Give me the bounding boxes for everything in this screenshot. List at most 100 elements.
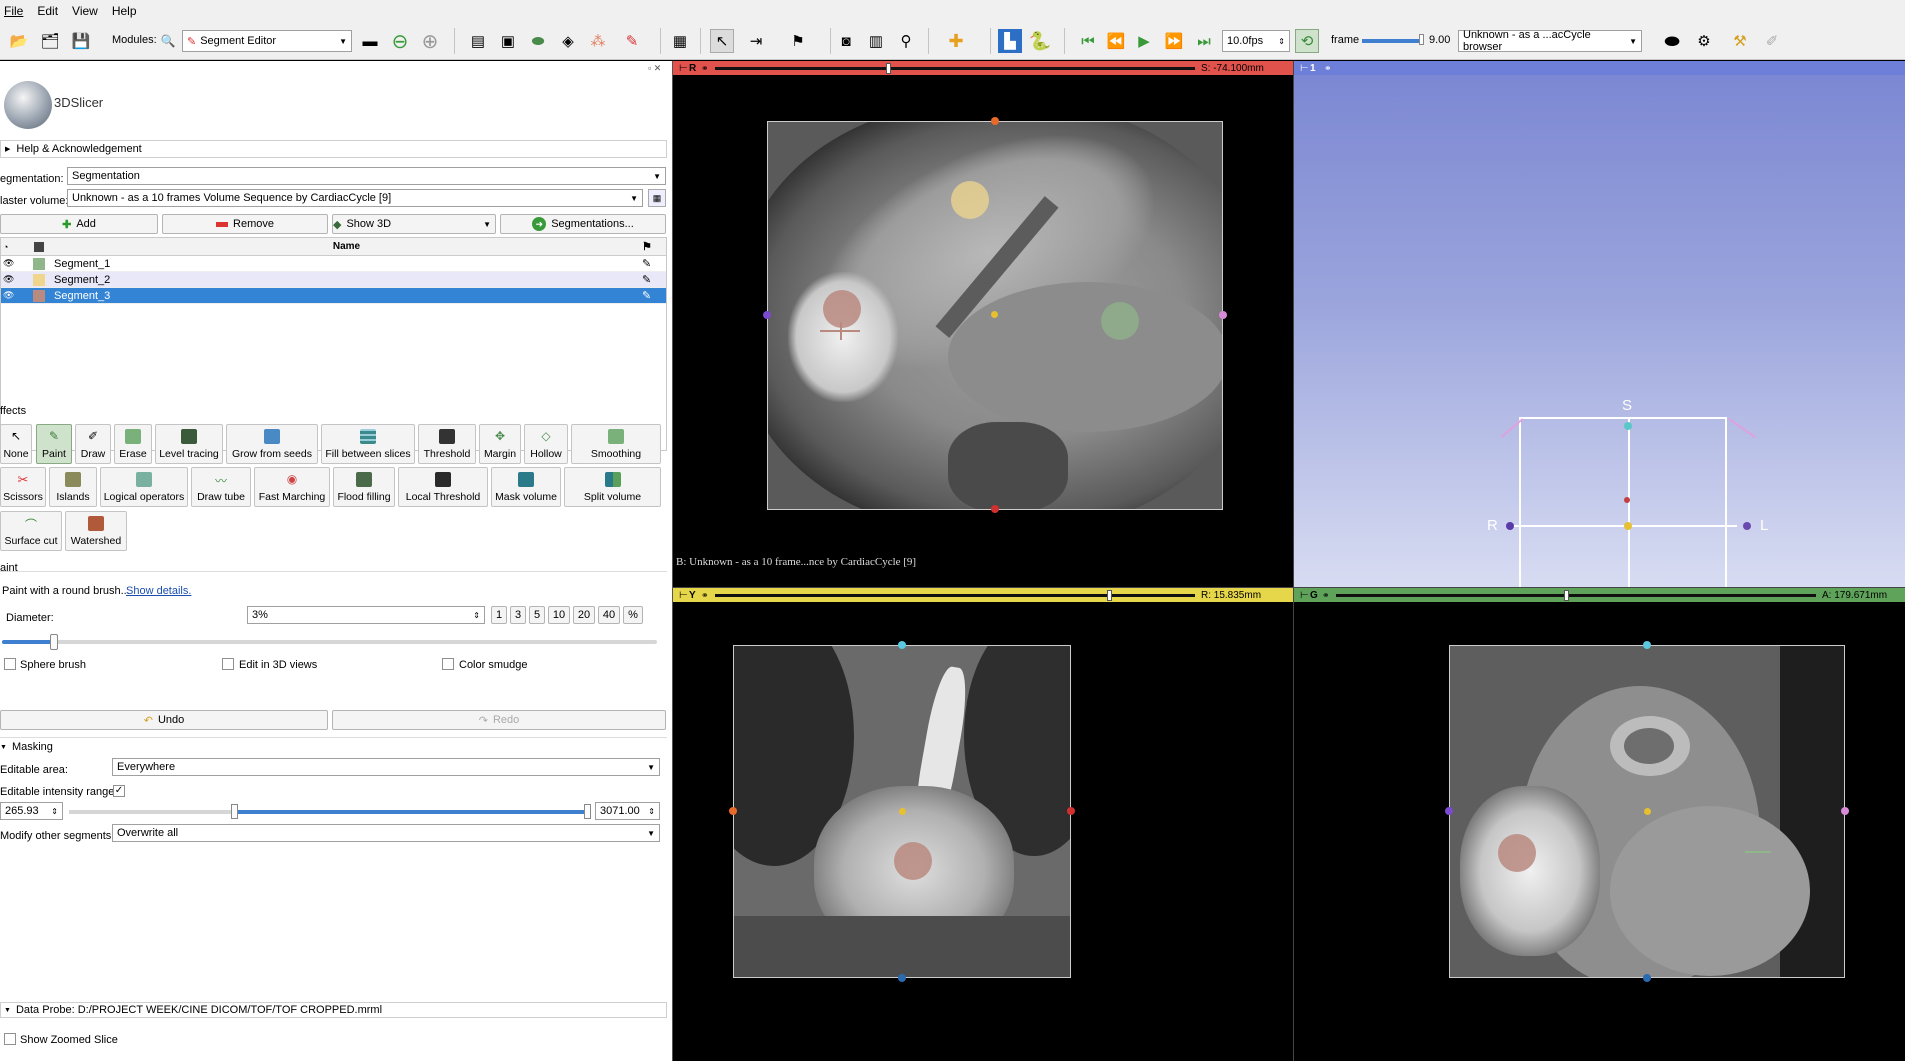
magic-wand-icon[interactable]: ⚒ xyxy=(1728,29,1752,53)
module-selector[interactable]: ✎ Segment Editor ▼ xyxy=(182,30,352,52)
effect-surface-cut-button[interactable]: ⌒ Surface cut xyxy=(0,511,62,551)
settings-gear-icon[interactable]: ⚙ xyxy=(1692,29,1716,53)
segment-color-swatch[interactable] xyxy=(33,289,45,302)
first-frame-icon[interactable]: ⏮ xyxy=(1076,29,1100,53)
roi-handle[interactable] xyxy=(1506,522,1514,530)
place-fiducial-icon[interactable]: ⚑ xyxy=(786,29,810,53)
effect-scissors-button[interactable]: ✂ Scissors xyxy=(0,467,46,507)
menu-file[interactable]: File xyxy=(4,4,23,18)
python-console-icon[interactable]: 🐍 xyxy=(1028,29,1052,53)
slice-intersection-handle[interactable] xyxy=(729,807,737,815)
module-history-icon[interactable]: ▬ xyxy=(358,29,382,53)
link-icon[interactable]: ⚭ xyxy=(701,590,715,601)
pin-icon[interactable]: ⊢ xyxy=(1294,63,1310,74)
table-row[interactable]: 👁 Segment_1 ✎ xyxy=(1,256,666,272)
pointer-mode-icon[interactable]: ↖ xyxy=(710,29,734,53)
effect-paint-button[interactable]: ✎ Paint xyxy=(36,424,72,464)
segmentations-button[interactable]: ➜ Segmentations... xyxy=(500,214,666,234)
master-volume-selector[interactable]: Unknown - as a 10 frames Volume Sequence… xyxy=(67,189,643,207)
roi-handle[interactable] xyxy=(1743,522,1751,530)
volume-display-icon[interactable]: ▦ xyxy=(648,189,666,207)
effect-fast-marching-button[interactable]: ◉ Fast Marching xyxy=(254,467,330,507)
slice-intersection-handle[interactable] xyxy=(1067,807,1075,815)
frame-slider[interactable] xyxy=(1362,39,1424,43)
data-probe-header[interactable]: ▼ Data Probe: D:/PROJECT WEEK/CINE DICOM/… xyxy=(0,1002,667,1018)
effect-split-volume-button[interactable]: Split volume xyxy=(564,467,661,507)
screenshot-icon[interactable]: ◙ xyxy=(834,29,858,53)
diameter-preset-20[interactable]: 20 xyxy=(573,606,595,624)
diameter-preset-1[interactable]: 1 xyxy=(491,606,507,624)
edit-3d-checkbox[interactable] xyxy=(222,658,234,670)
next-frame-icon[interactable]: ⏩ xyxy=(1162,29,1186,53)
yellow-slice-slider[interactable] xyxy=(715,589,1195,601)
effect-islands-button[interactable]: Islands xyxy=(49,467,97,507)
eye-icon[interactable]: 👁 xyxy=(1,274,27,285)
yellow-slice-view[interactable]: ⊢ Y ⚭ R: 15.835mm xyxy=(673,588,1293,1061)
effect-draw-button[interactable]: ✐ Draw xyxy=(75,424,111,464)
link-icon[interactable]: ⚭ xyxy=(1322,590,1336,601)
link-icon[interactable]: ⚭ xyxy=(701,63,715,74)
show-3d-button[interactable]: ◆ Show 3D ▼ xyxy=(332,214,496,234)
load-data-icon[interactable]: 📂 xyxy=(7,29,31,53)
diameter-slider[interactable] xyxy=(2,640,657,644)
effect-flood-filling-button[interactable]: Flood filling xyxy=(333,467,395,507)
intensity-range-slider[interactable] xyxy=(69,810,589,814)
effect-none-button[interactable]: ↖ None xyxy=(0,424,32,464)
pin-icon[interactable]: ⊢ xyxy=(673,590,689,601)
slice-intersection-handle[interactable] xyxy=(763,311,771,319)
color-smudge-checkbox[interactable] xyxy=(442,658,454,670)
module-search-icon[interactable]: 🔍 xyxy=(156,29,180,53)
effect-draw-tube-button[interactable]: 〰 Draw tube xyxy=(191,467,251,507)
link-icon[interactable]: ⚭ xyxy=(1324,63,1338,74)
segment-name[interactable]: Segment_1 xyxy=(51,258,642,270)
segment-name[interactable]: Segment_3 xyxy=(51,290,642,302)
diameter-preset-5[interactable]: 5 xyxy=(529,606,545,624)
table-row[interactable]: 👁 Segment_2 ✎ xyxy=(1,272,666,288)
slice-intersection-handle[interactable] xyxy=(1841,807,1849,815)
segment-editor-module-icon[interactable]: ✎ xyxy=(620,29,644,53)
layout-icon[interactable]: ▦ xyxy=(668,29,692,53)
effect-local-threshold-button[interactable]: Local Threshold xyxy=(398,467,488,507)
effect-smoothing-button[interactable]: Smoothing xyxy=(571,424,661,464)
green-slice-view[interactable]: ⊢ G ⚭ A: 179.671mm xyxy=(1294,588,1905,1061)
slice-intersection-handle[interactable] xyxy=(991,505,999,513)
help-section-header[interactable]: ▶ Help & Acknowledgement xyxy=(0,140,667,158)
view-layout-icon[interactable]: ⚲ xyxy=(894,29,918,53)
pin-icon[interactable]: ⊢ xyxy=(673,63,689,74)
effect-threshold-button[interactable]: Threshold xyxy=(418,424,476,464)
show-zoomed-slice-checkbox[interactable] xyxy=(4,1033,16,1045)
yellow-slider-handle[interactable] xyxy=(1106,589,1112,601)
previous-frame-icon[interactable]: ⏪ xyxy=(1104,29,1128,53)
editable-area-selector[interactable]: Everywhere ▼ xyxy=(112,758,660,776)
edit-pencil-icon[interactable]: ✎ xyxy=(642,273,666,286)
effect-margin-button[interactable]: ✥ Margin xyxy=(479,424,521,464)
modify-other-selector[interactable]: Overwrite all ▼ xyxy=(112,824,660,842)
sequence-browser-selector[interactable]: Unknown - as a ...acCycle browser ▼ xyxy=(1458,29,1642,53)
effect-logical-operators-button[interactable]: Logical operators xyxy=(100,467,188,507)
spin-arrows-icon[interactable]: ⇕ xyxy=(51,807,58,816)
diameter-preset-3[interactable]: 3 xyxy=(510,606,526,624)
threed-view[interactable]: ⊢ 1 ⚭ S R L xyxy=(1294,61,1905,587)
fps-spinbox[interactable]: 10.0fps ⇕ xyxy=(1222,30,1290,52)
menu-view[interactable]: View xyxy=(72,4,98,18)
diameter-preset-40[interactable]: 40 xyxy=(598,606,620,624)
name-column-header[interactable]: Name xyxy=(51,241,642,252)
menu-help[interactable]: Help xyxy=(112,4,137,18)
segment-name[interactable]: Segment_2 xyxy=(51,274,642,286)
effect-level-tracing-button[interactable]: Level tracing xyxy=(155,424,223,464)
range-max-spinbox[interactable]: 3071.00 ⇕ xyxy=(595,802,660,820)
eye-icon[interactable]: 👁 xyxy=(1,290,27,301)
slice-intersection-handle[interactable] xyxy=(1445,807,1453,815)
spin-arrows-icon[interactable]: ⇕ xyxy=(473,611,480,620)
loop-icon[interactable]: ⟲ xyxy=(1295,29,1319,53)
show-details-link[interactable]: Show details. xyxy=(126,585,191,597)
diameter-preset-percent[interactable]: % xyxy=(623,606,643,624)
redo-button[interactable]: ↷ Redo xyxy=(332,710,666,730)
green-slice-slider[interactable] xyxy=(1336,589,1816,601)
diameter-preset-10[interactable]: 10 xyxy=(548,606,570,624)
table-row-selected[interactable]: 👁 Segment_3 ✎ xyxy=(1,288,666,304)
range-max-handle[interactable] xyxy=(584,804,591,819)
effect-fill-between-button[interactable]: Fill between slices xyxy=(321,424,415,464)
roi-center-handle[interactable] xyxy=(1624,522,1632,530)
menu-edit[interactable]: Edit xyxy=(37,4,58,18)
